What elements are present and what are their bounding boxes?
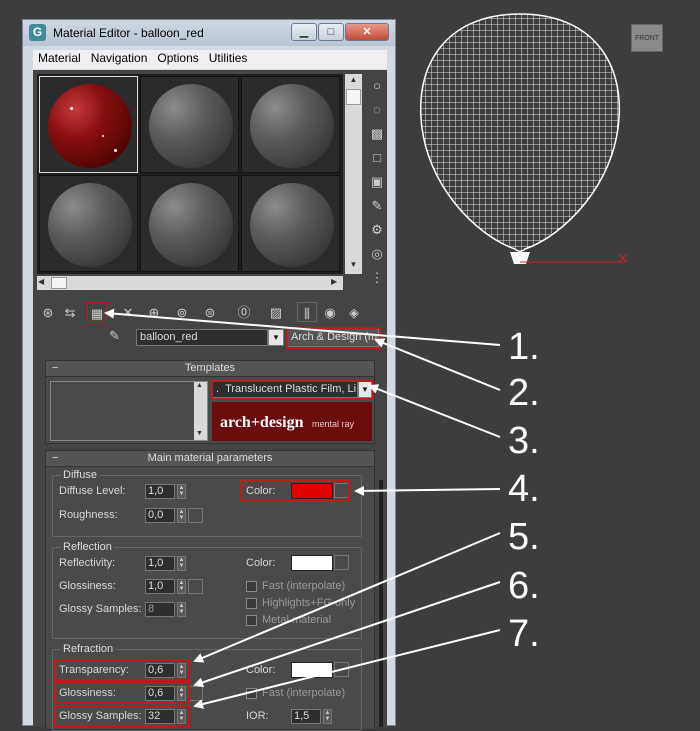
callout-5: 5.: [508, 516, 540, 558]
callout-arrows: [104, 308, 501, 709]
callout-6: 6.: [508, 565, 540, 607]
callout-4: 4.: [508, 468, 540, 510]
callout-1: 1.: [508, 326, 540, 368]
callout-2: 2.: [508, 372, 540, 414]
callout-7: 7.: [508, 613, 540, 655]
callout-3: 3.: [508, 420, 540, 462]
